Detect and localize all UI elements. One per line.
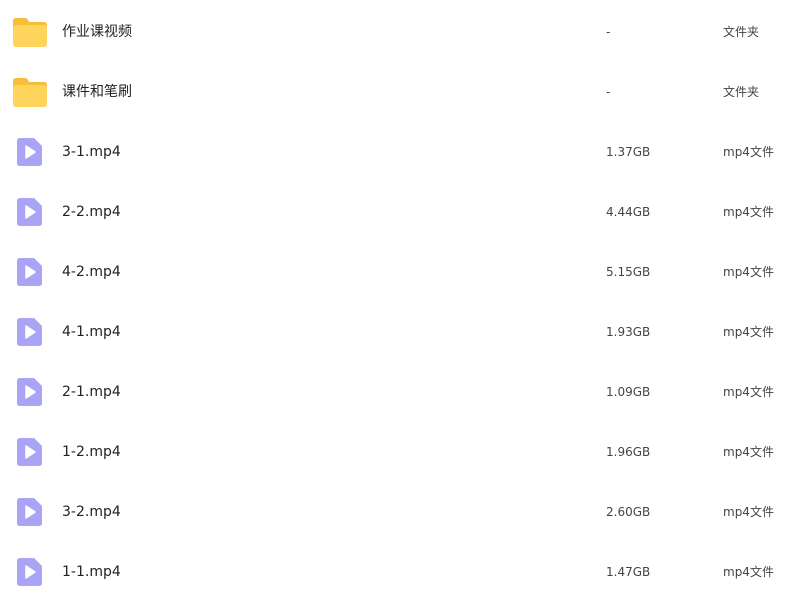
file-type: mp4文件 [723,505,774,519]
file-name: 2-1.mp4 [62,384,121,400]
file-name: 4-2.mp4 [62,264,121,280]
file-name: 3-2.mp4 [62,504,121,520]
file-type: mp4文件 [723,145,774,159]
list-item-video[interactable]: 3-2.mp4 2.60GB mp4文件 [0,482,796,542]
list-item-video[interactable]: 2-2.mp4 4.44GB mp4文件 [0,182,796,242]
video-file-icon [12,316,48,348]
file-type: mp4文件 [723,385,774,399]
file-type: mp4文件 [723,445,774,459]
video-file-icon [12,256,48,288]
file-type: mp4文件 [723,325,774,339]
file-type: mp4文件 [723,205,774,219]
file-name: 3-1.mp4 [62,144,121,160]
file-list: 作业课视频 - 文件夹 课件和笔刷 - 文件夹 3-1.mp4 1.37GB m… [0,0,796,600]
list-item-video[interactable]: 1-1.mp4 1.47GB mp4文件 [0,542,796,602]
file-size: 5.15GB [606,265,651,279]
file-size: 1.93GB [606,325,651,339]
list-item-video[interactable]: 4-1.mp4 1.93GB mp4文件 [0,302,796,362]
file-size: 1.47GB [606,565,651,579]
file-type: mp4文件 [723,265,774,279]
file-name: 1-1.mp4 [62,564,121,580]
file-size: 2.60GB [606,505,651,519]
file-type: 文件夹 [723,25,760,39]
file-name: 作业课视频 [62,24,132,40]
video-file-icon [12,496,48,528]
folder-icon [12,16,48,48]
file-size: 4.44GB [606,205,651,219]
list-item-video[interactable]: 3-1.mp4 1.37GB mp4文件 [0,122,796,182]
list-item-video[interactable]: 4-2.mp4 5.15GB mp4文件 [0,242,796,302]
file-type: 文件夹 [723,85,760,99]
video-file-icon [12,436,48,468]
video-file-icon [12,196,48,228]
file-name: 1-2.mp4 [62,444,121,460]
file-size: 1.96GB [606,445,651,459]
file-name: 2-2.mp4 [62,204,121,220]
video-file-icon [12,136,48,168]
file-size: - [606,25,611,39]
file-size: 1.37GB [606,145,651,159]
list-item-folder[interactable]: 作业课视频 - 文件夹 [0,2,796,62]
folder-icon [12,76,48,108]
file-name: 4-1.mp4 [62,324,121,340]
file-type: mp4文件 [723,565,774,579]
video-file-icon [12,376,48,408]
list-item-folder[interactable]: 课件和笔刷 - 文件夹 [0,62,796,122]
video-file-icon [12,556,48,588]
file-size: 1.09GB [606,385,651,399]
file-size: - [606,85,611,99]
list-item-video[interactable]: 1-2.mp4 1.96GB mp4文件 [0,422,796,482]
file-name: 课件和笔刷 [62,84,132,100]
list-item-video[interactable]: 2-1.mp4 1.09GB mp4文件 [0,362,796,422]
